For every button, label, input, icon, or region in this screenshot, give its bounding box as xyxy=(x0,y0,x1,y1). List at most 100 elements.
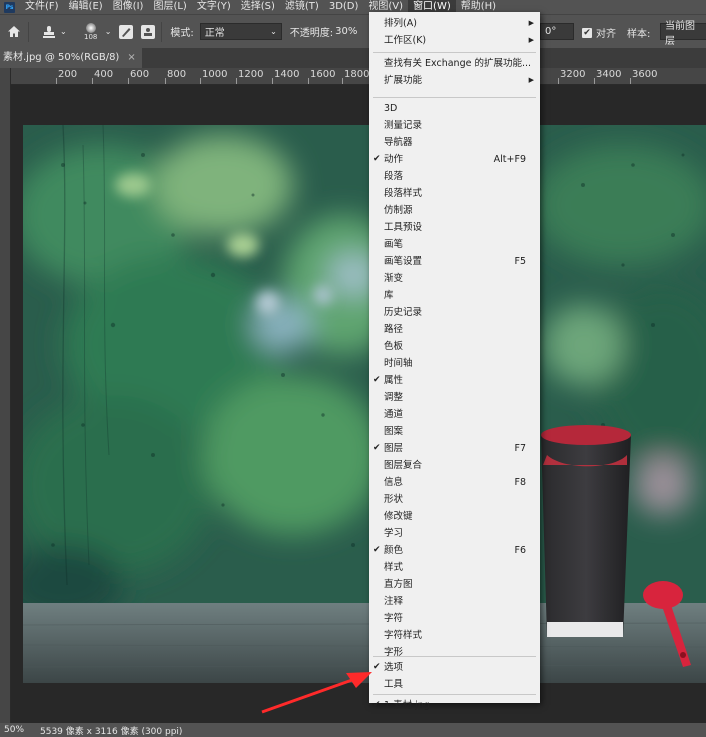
window-menu-item[interactable]: 排列(A) ▶ xyxy=(369,15,540,32)
home-button[interactable] xyxy=(6,24,22,40)
window-menu-item[interactable]: 色板 xyxy=(369,338,540,355)
ruler-tick xyxy=(558,78,559,84)
window-menu-item[interactable]: ✔ 选项 xyxy=(369,659,540,676)
zoom-level[interactable]: 50% xyxy=(0,725,30,735)
document-image[interactable] xyxy=(23,125,706,683)
chevron-down-icon[interactable]: ⌄ xyxy=(105,27,112,36)
window-menu-item[interactable]: ✔ 1 素材.jpg xyxy=(369,697,540,714)
window-menu-item[interactable]: 仿制源 xyxy=(369,202,540,219)
clone-source-toggle[interactable] xyxy=(141,24,156,39)
window-menu-item[interactable]: ✔ 属性 xyxy=(369,372,540,389)
mode-select[interactable]: 正常 ⌄ xyxy=(199,23,282,40)
window-menu-item-label: 属性 xyxy=(384,375,404,386)
horizontal-ruler[interactable]: 0200400600800100012001400160018003200340… xyxy=(0,68,706,85)
window-menu-item-label: 渐变 xyxy=(384,273,404,284)
window-menu-item-label: 色板 xyxy=(384,341,404,352)
opacity-label: 不透明度: xyxy=(289,28,334,39)
window-menu-item-label: 画笔 xyxy=(384,239,404,250)
window-menu-item-label: 形状 xyxy=(384,494,404,505)
home-icon xyxy=(6,24,22,40)
window-menu-item[interactable]: 路径 xyxy=(369,321,540,338)
window-menu-item[interactable]: 字符样式 xyxy=(369,627,540,644)
window-menu-dropdown: 排列(A) ▶ 工作区(K) ▶ 查找有关 Exchange 的扩展功能... 扩展功能 ▶… xyxy=(369,12,540,711)
window-menu-item-label: 颜色 xyxy=(384,545,404,556)
window-menu-item[interactable]: 工具 xyxy=(369,676,540,693)
window-menu-item[interactable]: ✔ 颜色 F6 xyxy=(369,542,540,559)
menu-separator xyxy=(373,52,536,53)
annotation-arrow-icon xyxy=(261,672,372,714)
clone-source-icon xyxy=(141,24,156,39)
window-menu-item[interactable]: 段落 xyxy=(369,168,540,185)
window-menu-item[interactable]: 调整 xyxy=(369,389,540,406)
ruler-tick xyxy=(165,78,166,84)
window-menu-item[interactable]: 时间轴 xyxy=(369,355,540,372)
menu-item-3[interactable]: 图层(L) xyxy=(148,0,191,14)
window-menu-item[interactable]: 图案 xyxy=(369,423,540,440)
opacity-field[interactable]: 30% xyxy=(335,23,359,40)
ruler-tick-label: 1600 xyxy=(310,69,336,80)
tool-preset-picker[interactable]: ⌄ xyxy=(41,24,67,40)
window-menu-item[interactable]: ✔ 图层 F7 xyxy=(369,440,540,457)
document-info: 5539 像素 x 3116 像素 (300 ppi) xyxy=(40,726,183,737)
menu-item-4[interactable]: 文字(Y) xyxy=(192,0,236,14)
ruler-tick xyxy=(200,78,201,84)
window-menu-item-label: 图层 xyxy=(384,443,404,454)
window-menu-item[interactable]: 样式 xyxy=(369,559,540,576)
close-icon[interactable]: × xyxy=(127,52,135,63)
window-menu-item[interactable]: 导航器 xyxy=(369,134,540,151)
window-menu-item[interactable]: 段落样式 xyxy=(369,185,540,202)
window-menu-item[interactable]: 测量记录 xyxy=(369,117,540,134)
window-menu-item[interactable]: 直方图 xyxy=(369,576,540,593)
brush-settings-toggle[interactable] xyxy=(119,24,134,39)
window-menu-item-label: 图层复合 xyxy=(384,460,423,471)
window-menu-item[interactable]: 信息 F8 xyxy=(369,474,540,491)
window-menu-item[interactable]: 注释 xyxy=(369,593,540,610)
window-menu-item[interactable]: 历史记录 xyxy=(369,304,540,321)
window-menu-item-label: 注释 xyxy=(384,596,404,607)
window-menu-item-label: 图案 xyxy=(384,426,404,437)
document-tab[interactable]: 素材.jpg @ 50%(RGB/8) × xyxy=(0,48,142,68)
photoshop-logo-icon[interactable]: Ps xyxy=(4,1,15,13)
align-checkbox[interactable]: ✔ xyxy=(582,27,592,38)
window-menu-item[interactable]: 工作区(K) ▶ xyxy=(369,32,540,49)
vertical-ruler[interactable] xyxy=(0,68,11,723)
ruler-tick-label: 400 xyxy=(94,69,114,80)
angle-field[interactable]: 0° xyxy=(540,23,574,40)
divider xyxy=(161,21,163,42)
window-menu-item[interactable]: 形状 xyxy=(369,491,540,508)
window-menu-item[interactable]: 工具预设 xyxy=(369,219,540,236)
submenu-arrow-icon: ▶ xyxy=(528,19,534,27)
brush-tip-icon xyxy=(85,22,96,33)
window-menu-item[interactable]: 库 xyxy=(369,287,540,304)
menu-item-0[interactable]: 文件(F) xyxy=(20,0,64,14)
window-menu-item[interactable]: 扩展功能 ▶ xyxy=(369,72,540,89)
window-menu-item[interactable]: ✔ 动作 Alt+F9 xyxy=(369,151,540,168)
brush-size-picker[interactable]: 108 xyxy=(79,22,103,41)
window-menu-item[interactable]: 学习 xyxy=(369,525,540,542)
menu-item-2[interactable]: 图像(I) xyxy=(108,0,149,14)
window-menu-item[interactable]: 查找有关 Exchange 的扩展功能... xyxy=(369,55,540,72)
window-menu-item-label: 时间轴 xyxy=(384,358,413,369)
submenu-arrow-icon: ▶ xyxy=(528,36,534,44)
menu-item-6[interactable]: 滤镜(T) xyxy=(280,0,324,14)
window-menu-item[interactable]: 图层复合 xyxy=(369,457,540,474)
window-menu-item[interactable]: 字符 xyxy=(369,610,540,627)
sample-select[interactable]: 当前图层 xyxy=(660,21,706,47)
menu-item-1[interactable]: 编辑(E) xyxy=(64,0,108,14)
shortcut-label: F7 xyxy=(514,443,526,454)
mode-value: 正常 xyxy=(204,28,225,39)
window-menu-item[interactable]: 画笔 xyxy=(369,236,540,253)
window-menu-item[interactable]: 渐变 xyxy=(369,270,540,287)
window-menu-item[interactable]: 画笔设置 F5 xyxy=(369,253,540,270)
window-menu-item-label: 库 xyxy=(384,290,394,301)
menu-item-7[interactable]: 3D(D) xyxy=(324,0,364,14)
menu-item-5[interactable]: 选择(S) xyxy=(236,0,280,14)
window-menu-item[interactable]: 修改键 xyxy=(369,508,540,525)
menu-bar: Ps 文件(F) 编辑(E) 图像(I) 图层(L) 文字(Y) 选择(S) 滤镜(T) 3D… xyxy=(0,0,706,14)
window-menu-item[interactable]: 3D xyxy=(369,100,540,117)
document-tab-bar: 素材.jpg @ 50%(RGB/8) × xyxy=(0,48,706,68)
opacity-value: 30% xyxy=(335,26,358,37)
window-menu-item[interactable]: 通道 xyxy=(369,406,540,423)
align-option: ✔ 对齐 xyxy=(582,25,616,40)
window-menu-item-label: 样式 xyxy=(384,562,404,573)
